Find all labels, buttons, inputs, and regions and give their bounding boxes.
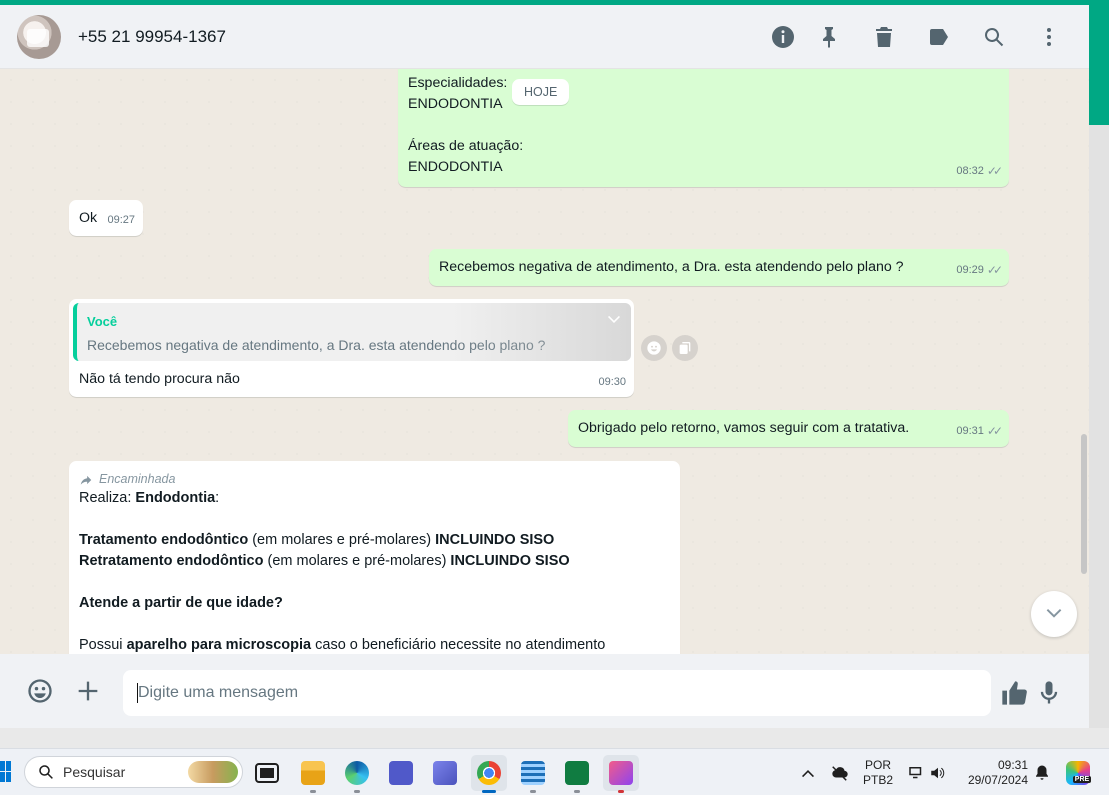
attach-plus-icon[interactable] bbox=[74, 677, 102, 705]
task-view-icon[interactable] bbox=[249, 755, 285, 791]
message-input[interactable] bbox=[123, 670, 991, 716]
quote-text: Recebemos negativa de atendimento, a Dra… bbox=[87, 337, 546, 353]
message-text: Não tá tendo procura não bbox=[79, 371, 240, 387]
search-icon[interactable] bbox=[982, 25, 1006, 49]
pin-icon[interactable] bbox=[817, 25, 841, 49]
snipping-tool-icon[interactable] bbox=[603, 755, 639, 793]
search-icon bbox=[39, 765, 53, 779]
notepad-icon[interactable] bbox=[515, 755, 551, 793]
chat-scrollbar[interactable] bbox=[1081, 434, 1087, 574]
file-explorer-icon[interactable] bbox=[295, 755, 331, 793]
teams-new-icon[interactable] bbox=[427, 755, 463, 791]
quoted-message[interactable]: Você Recebemos negativa de atendimento, … bbox=[73, 303, 631, 361]
message-composer bbox=[0, 654, 1089, 728]
network-icon[interactable] bbox=[906, 763, 926, 783]
message-time: 08:32 bbox=[956, 165, 984, 177]
message-outgoing[interactable]: Obrigado pelo retorno, vamos seguir com … bbox=[568, 410, 1009, 447]
label-icon[interactable] bbox=[927, 25, 951, 49]
contact-name[interactable]: +55 21 99954-1367 bbox=[78, 27, 226, 47]
chat-header: +55 21 99954-1367 bbox=[0, 5, 1089, 69]
cloud-offline-icon[interactable] bbox=[830, 763, 850, 783]
text-caret bbox=[137, 683, 138, 703]
emoji-icon[interactable] bbox=[26, 677, 54, 705]
search-label: Pesquisar bbox=[63, 764, 126, 780]
chrome-icon[interactable] bbox=[471, 755, 507, 793]
forwarded-text: Realiza: Endodontia: Tratamento endodônt… bbox=[79, 490, 606, 653]
notification-bell-icon[interactable] bbox=[1032, 763, 1052, 783]
double-check-icon: ✓✓ bbox=[986, 263, 1003, 277]
message-incoming[interactable]: Ok 09:27 bbox=[69, 200, 143, 236]
scroll-to-bottom-button[interactable] bbox=[1031, 591, 1077, 637]
message-time: 09:31 bbox=[956, 425, 984, 437]
quote-author: Você bbox=[87, 314, 118, 329]
windows-start-icon[interactable] bbox=[0, 761, 12, 783]
edge-browser-icon[interactable] bbox=[339, 755, 375, 793]
input-language[interactable]: POR PTB2 bbox=[863, 758, 893, 788]
message-text: Áreas de atuação: bbox=[408, 138, 524, 154]
info-icon[interactable] bbox=[771, 25, 795, 49]
message-text: Obrigado pelo retorno, vamos seguir com … bbox=[578, 420, 910, 436]
message-outgoing[interactable]: Especialidades: ENDODONTIA Áreas de atua… bbox=[398, 69, 1009, 187]
double-check-icon: ✓✓ bbox=[986, 424, 1003, 438]
window-edge-strip bbox=[1089, 5, 1109, 125]
chevron-up-icon[interactable] bbox=[798, 763, 818, 783]
excel-icon[interactable] bbox=[559, 755, 595, 793]
copilot-icon[interactable]: PRE bbox=[1066, 761, 1092, 785]
search-highlight-image bbox=[188, 761, 238, 783]
message-time: 09:27 bbox=[107, 214, 135, 226]
teams-icon[interactable] bbox=[383, 755, 419, 791]
system-clock[interactable]: 09:31 29/07/2024 bbox=[962, 758, 1028, 788]
thumbs-up-icon[interactable] bbox=[1000, 679, 1028, 707]
preview-badge: PRE bbox=[1072, 775, 1092, 783]
microphone-icon[interactable] bbox=[1035, 679, 1063, 707]
contact-avatar[interactable] bbox=[17, 14, 61, 59]
forward-icon bbox=[80, 475, 92, 485]
volume-icon[interactable] bbox=[928, 763, 948, 783]
message-outgoing[interactable]: Recebemos negativa de atendimento, a Dra… bbox=[429, 249, 1009, 286]
day-separator: HOJE bbox=[512, 79, 570, 105]
forward-copy-icon[interactable] bbox=[672, 335, 698, 361]
message-text: ENDODONTIA bbox=[408, 159, 503, 175]
message-text: Especialidades: bbox=[408, 75, 508, 91]
window-bottom-edge bbox=[0, 728, 1109, 748]
message-text: ENDODONTIA bbox=[408, 96, 503, 112]
menu-icon[interactable] bbox=[1037, 25, 1061, 49]
chevron-down-icon[interactable] bbox=[605, 311, 623, 329]
message-text: Recebemos negativa de atendimento, a Dra… bbox=[439, 259, 904, 275]
taskbar-search[interactable]: Pesquisar bbox=[24, 756, 243, 788]
window-edge-gray bbox=[1089, 125, 1109, 728]
double-check-icon: ✓✓ bbox=[986, 164, 1003, 178]
emoji-react-icon[interactable] bbox=[641, 335, 667, 361]
chat-messages[interactable]: Especialidades: ENDODONTIA Áreas de atua… bbox=[0, 69, 1089, 654]
forwarded-label: Encaminhada bbox=[79, 469, 175, 490]
message-incoming-forwarded[interactable]: Encaminhada Realiza: Endodontia: Tratame… bbox=[69, 461, 680, 654]
windows-taskbar: Pesquisar POR PTB2 09:31 29/07/2024 PRE bbox=[0, 748, 1109, 795]
chevron-down-icon bbox=[1046, 608, 1062, 618]
delete-icon[interactable] bbox=[872, 25, 896, 49]
message-text: Ok bbox=[79, 210, 98, 226]
message-incoming-reply[interactable]: Você Recebemos negativa de atendimento, … bbox=[69, 299, 634, 397]
message-time: 09:29 bbox=[956, 264, 984, 276]
message-time: 09:30 bbox=[598, 376, 626, 388]
